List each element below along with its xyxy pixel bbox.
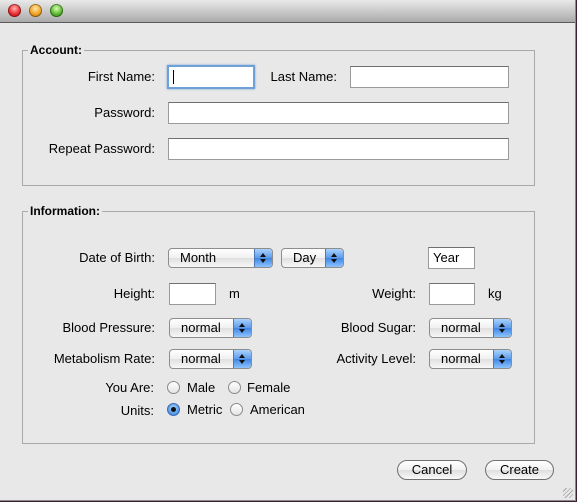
activity-level-stepper-arrows-icon [493,350,511,368]
american-radio[interactable] [230,403,243,416]
day-value: Day [293,250,317,265]
american-radio-label[interactable]: American [250,402,305,418]
account-group-title: Account: [28,43,84,57]
last-name-label: Last Name: [270,69,337,84]
height-label: Height: [113,286,155,301]
metabolism-rate-value: normal [181,351,221,366]
weight-input[interactable] [429,283,475,305]
metabolism-rate-select[interactable]: normal [169,349,252,369]
zoom-window-button[interactable] [50,4,63,17]
blood-sugar-value: normal [441,320,481,335]
month-select[interactable]: Month [168,248,273,268]
first-name-label: First Name: [87,69,155,84]
metabolism-rate-stepper-arrows-icon [233,350,251,368]
password-label: Password: [94,105,155,120]
male-radio-label[interactable]: Male [187,380,215,396]
weight-unit-label: kg [488,286,502,301]
day-select[interactable]: Day [281,248,344,268]
metric-radio-label[interactable]: Metric [187,402,222,418]
create-account-window: Account: First Name: Last Name: Password… [0,0,576,501]
male-radio[interactable] [167,381,180,394]
minimize-window-button[interactable] [29,4,42,17]
year-input[interactable]: Year [428,247,475,269]
you-are-label: You Are: [105,380,154,395]
information-group-title: Information: [28,204,102,218]
activity-level-select[interactable]: normal [429,349,512,369]
last-name-input[interactable] [350,66,509,88]
height-unit-label: m [229,286,240,301]
month-stepper-arrows-icon [254,249,272,267]
month-value: Month [180,250,217,265]
year-value: Year [433,250,460,265]
cancel-button[interactable]: Cancel [397,460,467,480]
blood-sugar-label: Blood Sugar: [340,320,416,335]
metric-radio[interactable] [167,403,180,416]
text-caret [173,70,174,84]
activity-level-value: normal [441,351,481,366]
blood-pressure-select[interactable]: normal [169,318,252,338]
password-input[interactable] [168,102,509,124]
activity-level-label: Activity Level: [336,351,416,366]
date-of-birth-label: Date of Birth: [79,250,155,265]
create-button[interactable]: Create [485,460,554,480]
close-window-button[interactable] [8,4,21,17]
blood-pressure-label: Blood Pressure: [62,320,156,335]
repeat-password-input[interactable] [168,138,509,160]
metabolism-rate-label: Metabolism Rate: [53,351,155,366]
title-bar[interactable] [0,0,575,23]
blood-sugar-stepper-arrows-icon [493,319,511,337]
height-input[interactable] [169,283,216,305]
weight-label: Weight: [372,286,416,301]
blood-pressure-value: normal [181,320,221,335]
blood-pressure-stepper-arrows-icon [233,319,251,337]
first-name-input[interactable] [167,65,255,89]
units-label: Units: [120,403,154,418]
female-radio-label[interactable]: Female [247,380,290,396]
resize-grip-icon[interactable] [563,488,573,498]
repeat-password-label: Repeat Password: [48,141,155,156]
blood-sugar-select[interactable]: normal [429,318,512,338]
day-stepper-arrows-icon [325,249,343,267]
female-radio[interactable] [228,381,241,394]
